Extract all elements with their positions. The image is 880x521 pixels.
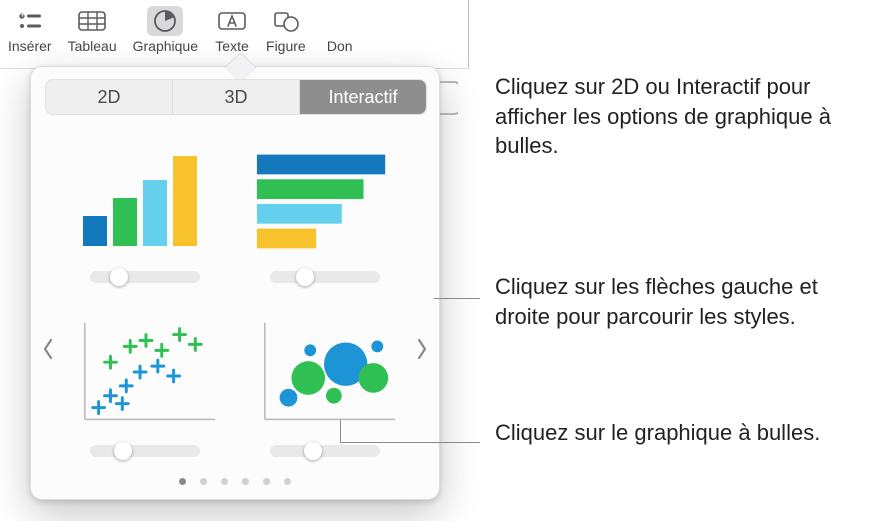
page-dot[interactable] [242, 478, 249, 485]
thumb-slider[interactable] [90, 445, 200, 457]
callout-text-segments: Cliquez sur 2D ou Interactif pour affich… [495, 72, 855, 161]
empty-icon [322, 6, 358, 36]
prev-style-button[interactable] [37, 331, 59, 367]
callout-text-arrows: Cliquez sur les flèches gauche et droite… [495, 272, 855, 331]
segment-interactive[interactable]: Interactif [300, 80, 426, 114]
page-dot[interactable] [284, 478, 291, 485]
toolbar-item-chart[interactable]: Graphique [125, 0, 206, 68]
insert-icon: + [12, 6, 48, 36]
thumb-slider[interactable] [270, 271, 380, 283]
shape-icon [268, 6, 304, 36]
toolbar-item-more[interactable]: Don [314, 0, 358, 68]
page-dot[interactable] [221, 478, 228, 485]
toolbar-item-label: Graphique [133, 38, 198, 54]
pie-chart-icon [147, 6, 183, 36]
callout-text-bubble: Cliquez sur le graphique à bulles. [495, 418, 855, 448]
page-dots[interactable] [31, 478, 439, 485]
toolbar-item-label: Texte [215, 38, 248, 54]
chart-picker-popover: 2D 3D Interactif [30, 66, 440, 500]
page-dot[interactable] [200, 478, 207, 485]
chart-thumb-scatter[interactable] [67, 299, 223, 457]
toolbar-item-table[interactable]: Tableau [60, 0, 125, 68]
toolbar-item-insert[interactable]: + Insérer [0, 0, 60, 68]
toolbar-item-shape[interactable]: Figure [258, 0, 314, 68]
text-icon [214, 6, 250, 36]
thumb-slider[interactable] [270, 445, 380, 457]
scatter-chart-icon [71, 315, 219, 435]
callout-bracket [438, 78, 458, 116]
next-style-button[interactable] [411, 331, 433, 367]
page-dot[interactable] [179, 478, 186, 485]
vertical-bar-chart-icon [71, 141, 219, 261]
thumb-slider[interactable] [90, 271, 200, 283]
page-dot[interactable] [263, 478, 270, 485]
horizontal-bar-chart-icon [251, 141, 399, 261]
callout-leader [434, 298, 480, 299]
chevron-right-icon [415, 337, 429, 361]
segment-control: 2D 3D Interactif [45, 79, 427, 115]
segment-3d[interactable]: 3D [173, 80, 300, 114]
toolbar-item-label: Tableau [68, 38, 117, 54]
toolbar-item-label: Don [327, 38, 353, 54]
chart-thumb-vertical-bar[interactable] [67, 125, 223, 283]
chart-thumbnail-grid [67, 125, 403, 457]
toolbar-item-label: Figure [266, 38, 306, 54]
callout-leader [340, 442, 480, 443]
chevron-left-icon [41, 337, 55, 361]
svg-text:+: + [20, 10, 25, 20]
chart-thumb-bubble[interactable] [247, 299, 403, 457]
callout-leader [340, 420, 341, 442]
toolbar-item-label: Insérer [8, 38, 52, 54]
chart-thumb-horizontal-bar[interactable] [247, 125, 403, 283]
segment-2d[interactable]: 2D [46, 80, 173, 114]
bubble-chart-icon [251, 315, 399, 435]
table-icon [74, 6, 110, 36]
